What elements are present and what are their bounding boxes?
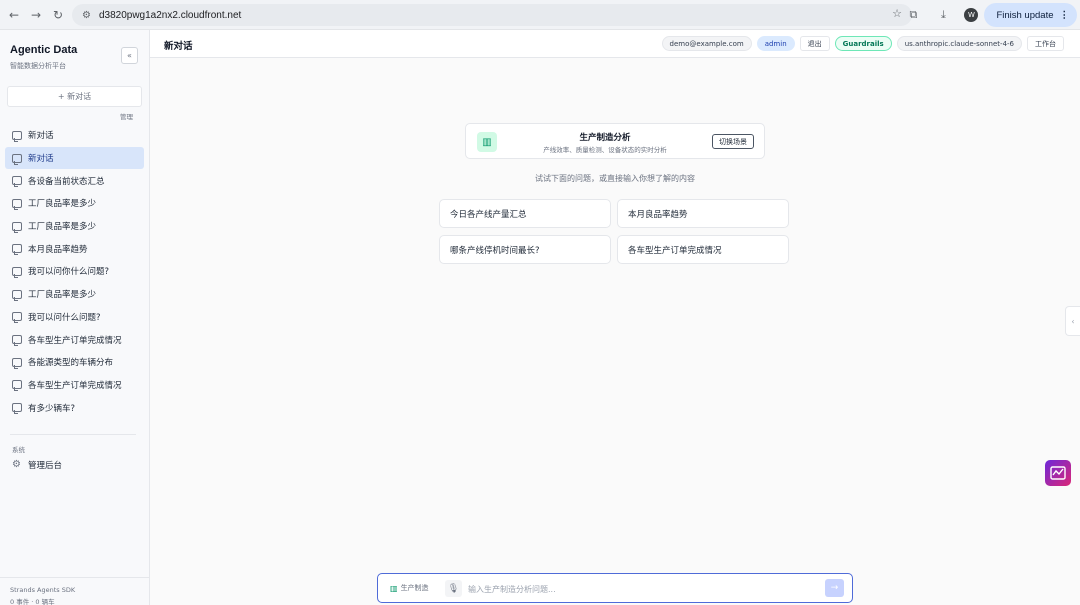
chat-bubble-icon [12,266,22,278]
manage-link[interactable]: 管理 [120,111,133,121]
scenario-card: ▥ 生产制造分析 产线效率、质量检测、设备状态的实时分析 切换场景 [465,123,765,159]
chat-bubble-icon [12,357,22,369]
conversation-label: 工厂良品率是多少 [28,290,97,301]
conversation-label: 工厂良品率是多少 [28,199,97,210]
chat-bubble-icon [12,221,22,233]
chat-input[interactable] [468,580,798,598]
conversation-item[interactable]: 工厂良品率是多少 [5,283,144,306]
factory-icon: ▥ [390,583,398,593]
conversation-item[interactable]: 各车型生产订单完成情况 [5,328,144,351]
browser-toolbar: ← → ↻ ⚙ d3820pwg1a2nx2.cloudfront.net ☆ … [0,0,1080,30]
chat-area: ▥ 生产制造分析 产线效率、质量检测、设备状态的实时分析 切换场景 试试下面的问… [150,58,1080,605]
new-chat-button[interactable]: + 新对话 [7,86,142,107]
sdk-name: Strands Agents SDK [10,586,76,594]
sidebar: Agentic Data 智能数据分析平台 « + 新对话 管理 新对话 新对话各… [0,30,150,605]
conversation-item[interactable]: 各能源类型的车辆分布 [5,351,144,374]
event-counts: 0 事件 · 0 辆车 [10,598,55,605]
back-icon[interactable]: ← [6,7,22,23]
more-icon: ⋮ [1059,9,1070,21]
forward-icon[interactable]: → [28,7,44,23]
chat-bubble-icon [12,335,22,347]
url-text: d3820pwg1a2nx2.cloudfront.net [98,9,242,21]
suggestion-button[interactable]: 哪条产线停机时间最长? [439,235,611,264]
conversation-item[interactable]: 工厂良品率是多少 [5,215,144,238]
logo-mark-icon [1050,466,1066,480]
workspace-button[interactable]: 工作台 [1027,36,1064,51]
extensions-icon[interactable]: ⧉ [903,5,923,25]
scenario-title: 生产制造分析 [579,133,631,143]
conversation-label: 新对话 [28,131,54,142]
collapse-sidebar-button[interactable]: « [121,47,138,64]
sidebar-footer: Strands Agents SDK 0 事件 · 0 辆车 [0,577,149,605]
page-title: 新对话 [164,41,193,52]
expand-panel-icon[interactable]: ‹ [1065,306,1080,336]
chat-bubble-icon [12,289,22,301]
chat-bubble-icon [12,176,22,188]
suggestion-button[interactable]: 本月良品率趋势 [617,199,789,228]
chat-input-bar: ▥ 生产制造 🎙 → [377,573,853,603]
conversation-item[interactable]: 新对话 [5,124,144,147]
system-section-label: 系统 [12,446,25,454]
conversation-item[interactable]: 各设备当前状态汇总 [5,169,144,192]
assistant-logo-icon[interactable] [1045,460,1071,486]
suggestion-hint: 试试下面的问题，或直接输入你想了解的内容 [535,174,695,183]
logout-button[interactable]: 退出 [799,36,830,51]
chat-bubble-icon [12,380,22,392]
reload-icon[interactable]: ↻ [50,7,66,23]
conversation-label: 我可以问你什么问题? [28,267,110,278]
conversation-label: 各车型生产订单完成情况 [28,380,122,391]
profile-avatar[interactable]: W [964,8,979,22]
conversation-label: 工厂良品率是多少 [28,222,97,233]
chat-bubble-icon [12,153,22,165]
send-button[interactable]: → [825,579,844,597]
model-badge[interactable]: us.anthropic.claude-sonnet-4-6 [896,36,1022,51]
conversation-label: 我可以问什么问题? [28,312,101,323]
role-badge: admin [756,36,795,51]
site-settings-icon[interactable]: ⚙ [82,10,91,21]
finish-update-button[interactable]: Finish update ⋮ [984,3,1077,27]
conversation-label: 各车型生产订单完成情况 [28,335,122,346]
gear-icon: ⚙ [12,459,21,470]
chat-bubble-icon [12,403,22,415]
scene-chip-label: 生产制造 [400,584,429,592]
guardrails-badge[interactable]: Guardrails [834,36,892,51]
conversation-item[interactable]: 工厂良品率是多少 [5,192,144,215]
conversation-item[interactable]: 有多少辆车? [5,396,144,419]
conversation-label: 新对话 [28,154,54,165]
admin-console-label: 管理后台 [28,461,63,471]
suggestion-button[interactable]: 今日各产线产量汇总 [439,199,611,228]
microphone-icon[interactable]: 🎙 [445,580,462,597]
admin-console-link[interactable]: ⚙ 管理后台 [12,459,63,472]
conversation-item[interactable]: 我可以问什么问题? [5,306,144,329]
conversation-label: 本月良品率趋势 [28,244,88,255]
download-icon[interactable]: ⤓ [933,5,953,25]
user-email-badge: demo@example.com [661,36,752,51]
chat-bubble-icon [12,198,22,210]
address-bar[interactable]: ⚙ d3820pwg1a2nx2.cloudfront.net ☆ [72,4,912,26]
suggestion-grid: 今日各产线产量汇总 本月良品率趋势 哪条产线停机时间最长? 各车型生产订单完成情况 [439,199,790,264]
conversation-item[interactable]: 本月良品率趋势 [5,237,144,260]
suggestion-button[interactable]: 各车型生产订单完成情况 [617,235,789,264]
conversation-item[interactable]: 各车型生产订单完成情况 [5,374,144,397]
conversation-list: 新对话 新对话 各设备当前状态汇总 工厂良品率是多少 工厂良品率是多少 本月良品率趋势 我可… [5,124,144,419]
conversation-item[interactable]: 我可以问你什么问题? [5,260,144,283]
main-header: 新对话 demo@example.com admin 退出 Guardrails… [150,30,1080,58]
chat-bubble-icon [12,130,22,142]
chat-bubble-icon [12,244,22,256]
chat-bubble-icon [12,312,22,324]
sidebar-divider [10,434,136,435]
finish-update-label: Finish update [996,9,1054,21]
switch-scenario-button[interactable]: 切换场景 [712,134,754,149]
app-title: Agentic Data [10,44,78,56]
scenario-description: 产线效率、质量检测、设备状态的实时分析 [543,146,667,154]
conversation-label: 各设备当前状态汇总 [28,176,105,187]
conversation-item[interactable]: 新对话 [5,146,144,170]
app-subtitle: 智能数据分析平台 [10,62,66,70]
conversation-label: 各能源类型的车辆分布 [28,358,114,369]
scene-chip[interactable]: ▥ 生产制造 [390,583,429,593]
conversation-label: 有多少辆车? [28,403,76,414]
